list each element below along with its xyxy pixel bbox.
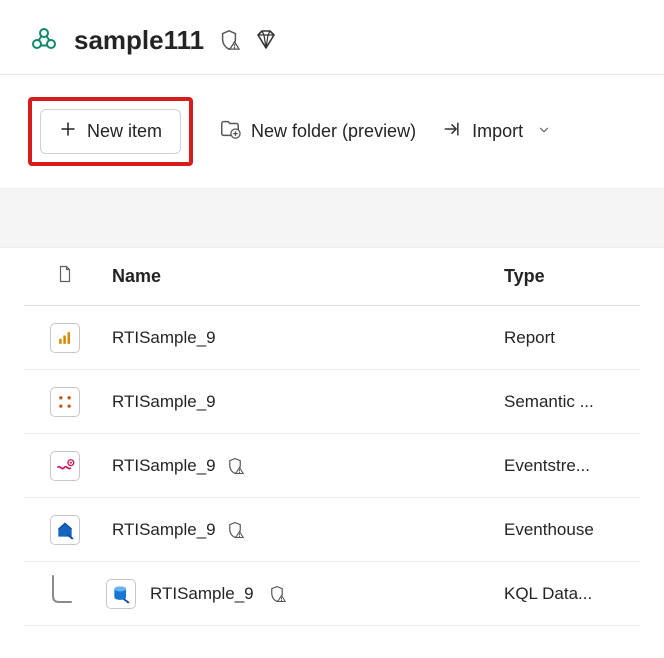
item-name[interactable]: RTISample_9 [112, 328, 216, 348]
eventstream-icon [50, 451, 80, 481]
new-item-label: New item [87, 121, 162, 142]
workspace-title: sample111 [74, 25, 204, 56]
table-row[interactable]: RTISample_9 Eventstre... [24, 434, 640, 498]
item-type: Eventhouse [504, 520, 634, 540]
table-row[interactable]: RTISample_9 Eventhouse [24, 498, 640, 562]
table-row[interactable]: RTISample_9 KQL Data... [24, 562, 640, 626]
item-type: Semantic ... [504, 392, 634, 412]
report-icon [50, 323, 80, 353]
import-arrow-icon [442, 119, 462, 144]
document-icon [56, 263, 74, 290]
item-name[interactable]: RTISample_9 [150, 584, 254, 604]
workspace-header: sample111 [0, 0, 664, 75]
tree-connector [24, 574, 94, 614]
shield-alert-icon[interactable] [226, 457, 244, 475]
item-name[interactable]: RTISample_9 [112, 520, 216, 540]
item-list: Name Type RTISample_9 Report RTISample_9 [0, 248, 664, 626]
item-type: KQL Data... [504, 584, 634, 604]
workspace-group-icon [28, 24, 60, 56]
new-item-button[interactable]: New item [40, 109, 181, 154]
toolbar: New item New folder (preview) Import [0, 75, 664, 188]
item-type: Report [504, 328, 634, 348]
folder-plus-icon [219, 118, 241, 145]
chevron-down-icon [537, 121, 551, 142]
table-row[interactable]: RTISample_9 Semantic ... [24, 370, 640, 434]
diamond-icon[interactable] [254, 28, 278, 52]
new-item-highlight: New item [28, 97, 193, 166]
item-type: Eventstre... [504, 456, 634, 476]
filter-bar [0, 188, 664, 248]
shield-alert-icon[interactable] [218, 29, 240, 51]
column-header-name[interactable]: Name [112, 266, 492, 287]
column-header-row: Name Type [24, 248, 640, 306]
semantic-model-icon [50, 387, 80, 417]
shield-alert-icon[interactable] [226, 521, 244, 539]
import-button[interactable]: Import [442, 119, 551, 144]
new-folder-button[interactable]: New folder (preview) [219, 118, 416, 145]
item-name[interactable]: RTISample_9 [112, 456, 216, 476]
table-row[interactable]: RTISample_9 Report [24, 306, 640, 370]
column-header-icon [30, 263, 100, 290]
plus-icon [59, 120, 77, 143]
eventhouse-icon [50, 515, 80, 545]
kql-database-icon [106, 579, 136, 609]
column-header-type[interactable]: Type [504, 266, 634, 287]
item-name[interactable]: RTISample_9 [112, 392, 216, 412]
shield-alert-icon[interactable] [268, 585, 286, 603]
import-label: Import [472, 121, 523, 142]
new-folder-label: New folder (preview) [251, 121, 416, 142]
